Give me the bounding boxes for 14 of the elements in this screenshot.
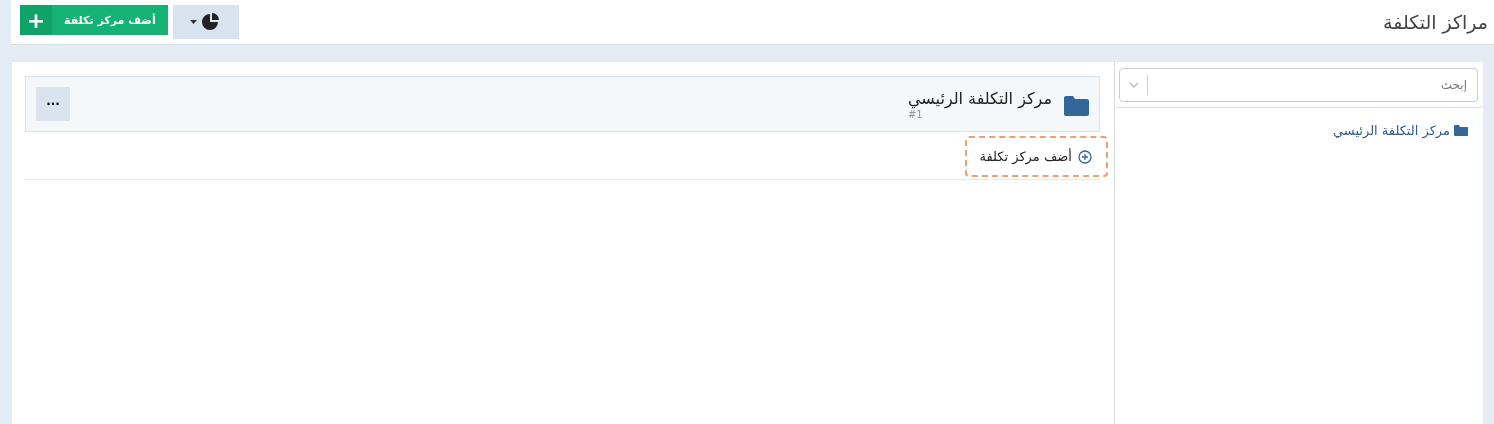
caret-icon: [190, 20, 198, 24]
report-dropdown-button[interactable]: [172, 5, 239, 39]
folder-icon: [1064, 96, 1089, 116]
page-title: مراكز التكلفة: [1383, 11, 1488, 33]
pie-chart-icon: [201, 13, 222, 31]
more-button[interactable]: ···: [36, 87, 70, 121]
add-child-button[interactable]: أضف مركز تكلفة: [965, 136, 1108, 177]
search-field[interactable]: إبحث: [1119, 68, 1478, 102]
cost-center-number: #1: [908, 108, 923, 120]
folder-icon: [1454, 125, 1468, 136]
cost-center-name: مركز التكلفة الرئيسي: [908, 88, 1052, 108]
plus-circle-icon: [1078, 149, 1092, 164]
tree-item[interactable]: مركز التكلفة الرئيسي: [1130, 123, 1468, 138]
chevron-down-icon: [1129, 82, 1139, 88]
